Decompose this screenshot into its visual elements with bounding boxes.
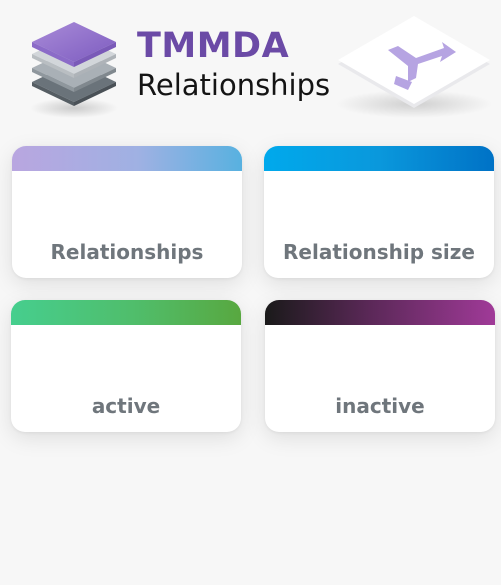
card-label: active [91,394,161,418]
inactive-card[interactable]: inactive [265,300,495,432]
card-header-bar [265,300,495,325]
card-header-bar [12,146,242,171]
app-title: TMMDA [137,26,290,66]
card-label: Relationship size [283,240,475,264]
page-title: Relationships [137,68,331,102]
relationships-nav-tile[interactable] [332,12,494,120]
title-block: TMMDA Relationships [137,26,330,103]
active-card[interactable]: active [11,300,241,432]
layers-stack-icon [28,20,120,120]
relationships-card[interactable]: Relationships [12,146,242,278]
card-label: inactive [335,394,425,418]
card-label: Relationships [50,240,204,264]
header: TMMDA Relationships [0,0,501,130]
card-header-bar [264,146,494,171]
relationship-size-card[interactable]: Relationship size [264,146,494,278]
card-header-bar [11,300,241,325]
